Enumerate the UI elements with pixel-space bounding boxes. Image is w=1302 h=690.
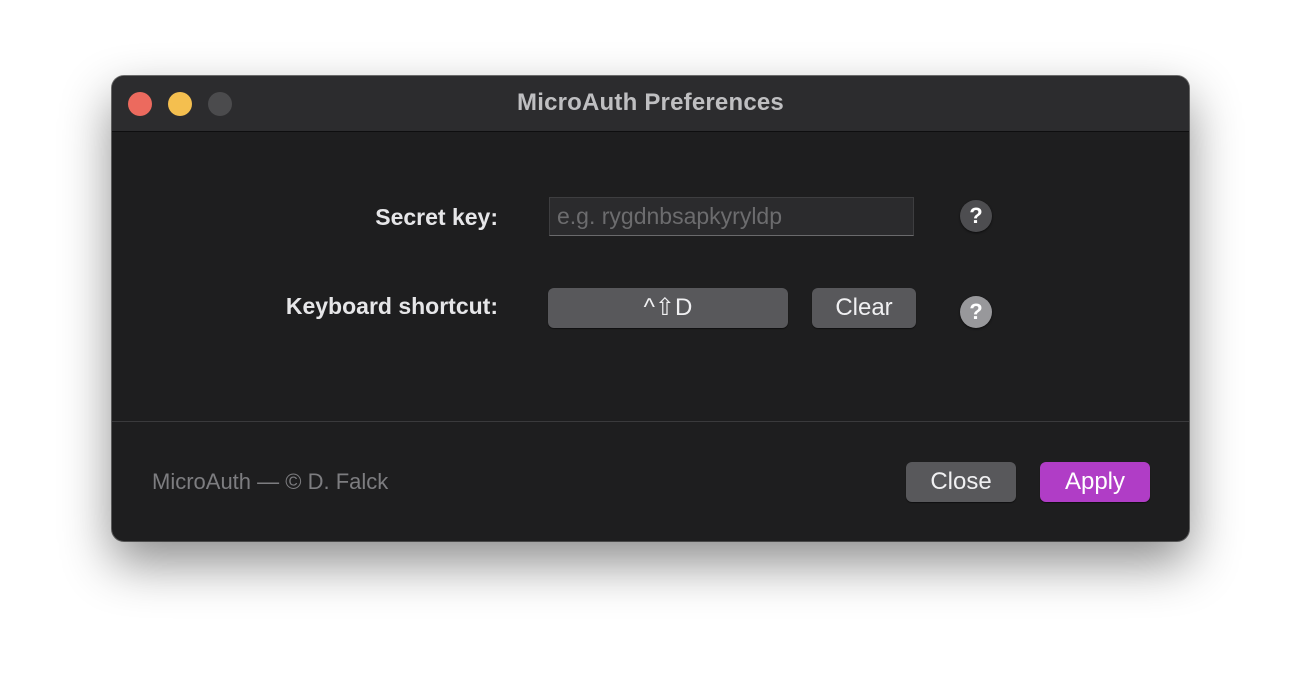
credit-text: MicroAuth — © D. Falck: [152, 469, 389, 494]
footer-divider: [112, 421, 1189, 422]
preferences-window: MicroAuth Preferences Secret key: ? Keyb…: [112, 76, 1189, 541]
secret-key-input[interactable]: [549, 197, 914, 236]
apply-button[interactable]: Apply: [1040, 462, 1150, 502]
secret-key-label: Secret key:: [375, 204, 498, 230]
close-button[interactable]: Close: [906, 462, 1016, 502]
shortcut-help-icon[interactable]: ?: [960, 296, 992, 328]
clear-shortcut-button[interactable]: Clear: [812, 288, 916, 328]
window-title: MicroAuth Preferences: [517, 89, 784, 116]
title-bar[interactable]: MicroAuth Preferences: [112, 76, 1189, 132]
keyboard-shortcut-label: Keyboard shortcut:: [285, 293, 498, 319]
secret-key-help-icon[interactable]: ?: [960, 200, 992, 232]
keyboard-shortcut-recorder[interactable]: ^⇧D: [548, 288, 788, 328]
